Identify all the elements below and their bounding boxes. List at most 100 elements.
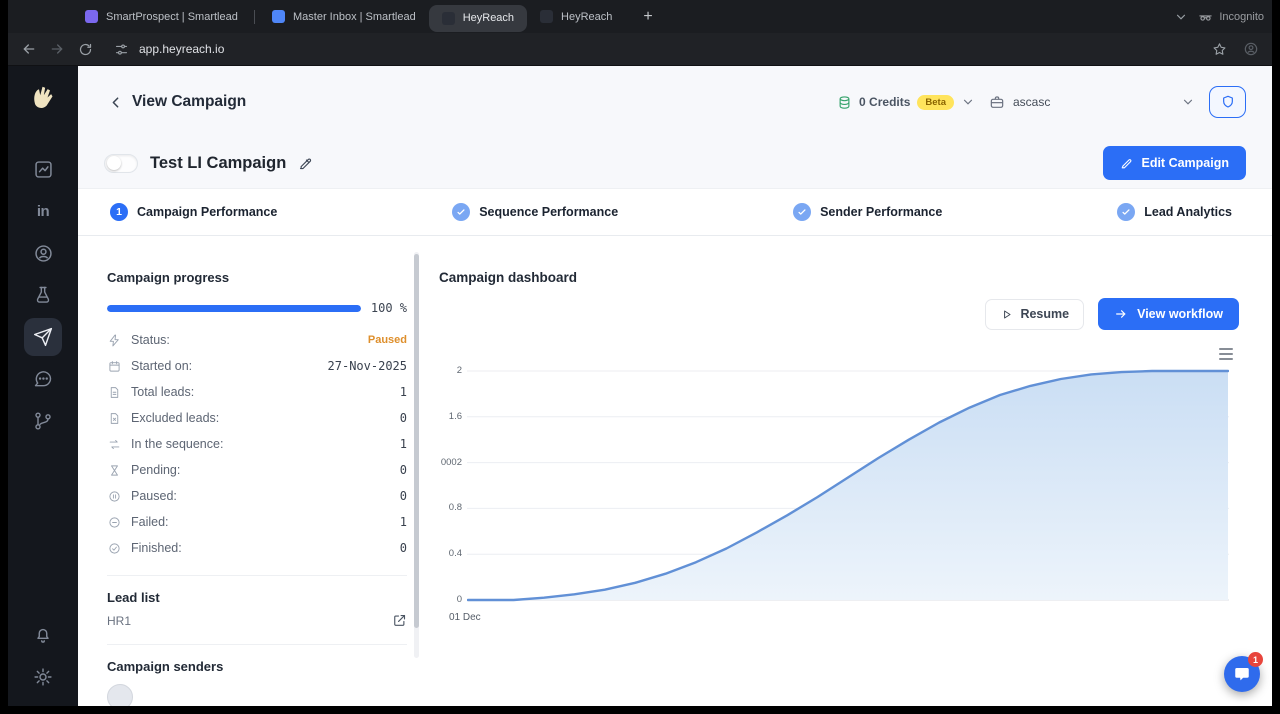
sidebar-item-notifications[interactable] <box>24 616 62 654</box>
arrow-right-icon <box>1114 307 1128 321</box>
shield-button[interactable] <box>1209 86 1246 118</box>
panel-scrollbar[interactable] <box>414 252 419 658</box>
tab-title: Master Inbox | Smartlead <box>293 10 416 23</box>
favicon-icon <box>441 11 455 25</box>
external-link-icon[interactable] <box>392 613 407 628</box>
intercom-launcher[interactable]: 1 <box>1224 652 1263 692</box>
forward-icon[interactable] <box>44 36 70 62</box>
stat-value: 27-Nov-2025 <box>327 359 407 373</box>
check-circle-icon <box>1117 203 1136 221</box>
sidebar-item-lists[interactable] <box>24 276 62 314</box>
tab-campaign-performance[interactable]: 1 Campaign Performance <box>110 203 277 221</box>
profile-icon[interactable] <box>1238 36 1264 62</box>
minus-circle-icon <box>107 515 122 530</box>
divider <box>107 644 407 645</box>
check-circle-icon <box>452 203 471 221</box>
browser-tab-masterinbox[interactable]: Master Inbox | Smartlead <box>259 0 429 33</box>
sidebar-item-campaigns[interactable] <box>24 318 62 356</box>
stat-label: Failed: <box>131 515 169 529</box>
chart-menu-icon[interactable] <box>1219 348 1233 360</box>
step-number-badge: 1 <box>110 203 128 221</box>
stat-value: 0 <box>399 463 407 477</box>
tab-content: Campaign progress 100 % Status: Paused S… <box>78 236 1272 706</box>
chevron-down-icon <box>1181 95 1195 109</box>
briefcase-icon <box>989 94 1005 110</box>
browser-tab-heyreach[interactable]: HeyReach <box>527 0 625 33</box>
stat-row-paused: Paused: 0 <box>107 483 407 509</box>
back-chevron-icon[interactable] <box>104 91 126 113</box>
dashboard-chart <box>467 369 1229 602</box>
campaign-toggle[interactable] <box>104 153 138 173</box>
stats-list: Status: Paused Started on: 27-Nov-2025 T… <box>107 327 407 561</box>
check-circle-icon <box>107 541 122 556</box>
resume-button[interactable]: Resume <box>985 298 1085 330</box>
sidebar-item-integrations[interactable] <box>24 402 62 440</box>
step-label: Sequence Performance <box>479 205 619 219</box>
sidebar-item-settings[interactable] <box>24 658 62 696</box>
screen: SmartProspect | Smartlead Master Inbox |… <box>0 0 1280 714</box>
incognito-glasses-icon <box>1198 9 1213 24</box>
tab-separator <box>254 9 255 24</box>
lead-list-row: HR1 <box>107 613 407 628</box>
stat-label: Started on: <box>131 359 193 373</box>
lightning-icon <box>107 333 122 348</box>
sidebar-item-linkedin[interactable]: in <box>24 192 62 230</box>
scrollbar-thumb[interactable] <box>414 254 419 628</box>
shield-icon <box>1220 94 1236 110</box>
chart-ylabels: 0 0.4 0.8 0002 1.6 2 <box>439 236 465 706</box>
stat-value: 1 <box>399 437 407 451</box>
heyreach-logo[interactable] <box>26 78 60 112</box>
calendar-icon <box>107 359 122 374</box>
site-settings-icon[interactable] <box>112 36 130 62</box>
address-bar[interactable]: app.heyreach.io <box>112 36 224 62</box>
view-workflow-label: View workflow <box>1137 307 1223 321</box>
chart-ytick: 0002 <box>440 456 462 468</box>
stat-row-pending: Pending: 0 <box>107 457 407 483</box>
linkedin-icon: in <box>36 202 50 220</box>
tabstrip-right: Incognito <box>1174 0 1264 33</box>
bookmark-star-icon[interactable] <box>1206 36 1232 62</box>
back-icon[interactable] <box>16 36 42 62</box>
document-icon <box>107 385 122 400</box>
main-content: View Campaign 0 Credits Beta ascasc Test… <box>78 66 1272 706</box>
chevron-down-icon <box>961 95 975 109</box>
step-label: Sender Performance <box>820 205 943 219</box>
sidebar-item-inbox[interactable] <box>24 360 62 398</box>
stat-value: 0 <box>399 411 407 425</box>
browser-tab-heyreach-active[interactable]: HeyReach <box>428 4 528 32</box>
reload-icon[interactable] <box>72 36 98 62</box>
progress-bar <box>107 304 361 312</box>
chevron-down-icon[interactable] <box>1174 10 1188 24</box>
page-header: View Campaign 0 Credits Beta ascasc <box>78 66 1272 138</box>
view-workflow-button[interactable]: View workflow <box>1098 298 1239 330</box>
stat-value: 0 <box>399 541 407 555</box>
browser-window: SmartProspect | Smartlead Master Inbox |… <box>8 0 1272 706</box>
step-tabs: 1 Campaign Performance Sequence Performa… <box>78 188 1272 236</box>
stat-row-finished: Finished: 0 <box>107 535 407 561</box>
rename-pencil-icon[interactable] <box>298 156 313 171</box>
workspace-dropdown[interactable]: ascasc <box>989 94 1195 110</box>
browser-toolbar: app.heyreach.io <box>8 33 1272 66</box>
tab-lead-analytics[interactable]: Lead Analytics <box>1117 203 1232 221</box>
browser-tab-smartprospect[interactable]: SmartProspect | Smartlead <box>72 0 250 33</box>
progress-percent: 100 % <box>370 301 407 315</box>
tab-sender-performance[interactable]: Sender Performance <box>793 203 942 221</box>
chart-ytick: 0 <box>456 594 462 605</box>
tab-sequence-performance[interactable]: Sequence Performance <box>452 203 618 221</box>
header-right: 0 Credits Beta ascasc <box>837 86 1246 118</box>
stat-row-total-leads: Total leads: 1 <box>107 379 407 405</box>
document-x-icon <box>107 411 122 426</box>
credits-dropdown[interactable]: 0 Credits Beta <box>837 94 975 110</box>
stat-row-excluded: Excluded leads: 0 <box>107 405 407 431</box>
campaign-progress-panel: Campaign progress 100 % Status: Paused S… <box>107 236 407 706</box>
edit-campaign-button[interactable]: Edit Campaign <box>1103 146 1246 180</box>
tab-title: SmartProspect | Smartlead <box>106 10 238 23</box>
new-tab-button[interactable]: + <box>637 8 658 26</box>
campaign-senders-title: Campaign senders <box>107 659 224 674</box>
heyreach-app: in View Campaign 0 Credits Beta ascasc T… <box>8 66 1272 706</box>
lead-list-name: HR1 <box>107 613 132 628</box>
sidebar-item-leads[interactable] <box>24 234 62 272</box>
stat-value: 0 <box>399 489 407 503</box>
sidebar-item-analytics[interactable] <box>24 150 62 188</box>
sidebar-bottom <box>24 616 62 696</box>
